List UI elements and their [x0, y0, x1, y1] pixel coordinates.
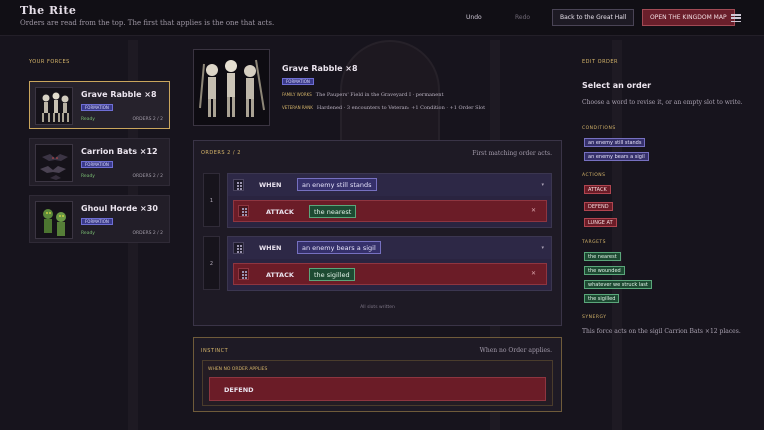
order-number: 1 [203, 173, 220, 227]
actions-label: ACTIONS [582, 173, 606, 178]
unit-portrait-icon [193, 49, 270, 126]
order-1[interactable]: WHEN an enemy still stands ▾ ATTACK the … [227, 173, 552, 228]
kingdom-map-button[interactable]: OPEN THE KINGDOM MAP [642, 9, 735, 26]
close-icon[interactable]: ✕ [531, 270, 536, 277]
force-orders-count: ORDERS 2 / 2 [132, 117, 164, 122]
redo-button[interactable]: Redo [515, 14, 530, 21]
veteran-rank-row: VETERAN RANK Hardened · 3 encounters to V… [282, 105, 485, 111]
instinct-panel: INSTINCT When no Order applies. WHEN NO … [193, 337, 562, 412]
orders-count-label: ORDERS 2 / 2 [201, 150, 241, 156]
action-keyword[interactable]: ATTACK [266, 208, 294, 216]
chevron-down-icon[interactable]: ▾ [541, 182, 544, 188]
force-name: Carrion Bats ×12 [81, 147, 158, 156]
palette-condition[interactable]: an enemy still stands [584, 138, 646, 147]
force-orders-count: ORDERS 2 / 2 [132, 174, 164, 179]
order-condition-row[interactable]: WHEN an enemy still stands ▾ [228, 174, 551, 196]
conditions-label: CONDITIONS [582, 126, 616, 131]
target-chip[interactable]: the nearest [309, 205, 357, 218]
edit-order-label: EDIT ORDER [582, 59, 619, 65]
condition-chip[interactable]: an enemy bears a sigil [297, 241, 381, 254]
grip-icon[interactable] [238, 268, 249, 280]
order-2[interactable]: WHEN an enemy bears a sigil ▾ ATTACK the… [227, 236, 552, 291]
back-to-hall-button[interactable]: Back to the Great Hall [552, 9, 635, 26]
formation-badge: FORMATION [81, 104, 113, 111]
order-condition-row[interactable]: WHEN an enemy bears a sigil ▾ [228, 237, 551, 259]
editor-title: Select an order [582, 81, 652, 90]
unit-name: Grave Rabble ×8 [282, 64, 358, 73]
top-bar: The Rite Orders are read from the top. T… [0, 0, 764, 36]
instinct-label: INSTINCT [201, 348, 229, 354]
synergy-text: This force acts on the sigil Carrion Bat… [582, 328, 741, 335]
menu-icon[interactable] [731, 14, 741, 23]
close-icon[interactable]: ✕ [531, 207, 536, 214]
bat-portrait-icon [35, 144, 73, 182]
action-keyword[interactable]: ATTACK [266, 271, 294, 279]
force-card-grave-rabble[interactable]: Grave Rabble ×8 FORMATION Ready ORDERS 2… [29, 81, 170, 129]
grip-icon[interactable] [238, 205, 249, 217]
editor-description: Choose a word to revise it, or an empty … [582, 99, 743, 106]
family-works-value: The Paupers' Field in the Graveyard I · … [315, 92, 444, 98]
formation-badge: FORMATION [282, 78, 314, 85]
instinct-note: When no Order applies. [479, 347, 552, 354]
grip-icon[interactable] [233, 242, 244, 254]
force-card-ghoul-horde[interactable]: Ghoul Horde ×30 FORMATION Ready ORDERS 2… [29, 195, 170, 243]
when-keyword: WHEN [259, 181, 282, 189]
instinct-action[interactable]: DEFEND [224, 386, 254, 394]
order-action-row[interactable]: ATTACK the sigilled ✕ [233, 263, 547, 285]
palette-action[interactable]: DEFEND [584, 202, 613, 211]
synergy-label: SYNERGY [582, 315, 607, 320]
palette-target[interactable]: the nearest [584, 252, 621, 261]
force-name: Grave Rabble ×8 [81, 90, 157, 99]
orders-panel: ORDERS 2 / 2 First matching order acts. … [193, 140, 562, 326]
ghoul-portrait-icon [35, 201, 73, 239]
formation-badge: FORMATION [81, 161, 113, 168]
instinct-order[interactable]: WHEN NO ORDER APPLIES DEFEND [202, 360, 553, 406]
order-action-row[interactable]: ATTACK the nearest ✕ [233, 200, 547, 222]
formation-badge: FORMATION [81, 218, 113, 225]
targets-label: TARGETS [582, 240, 607, 245]
when-keyword: WHEN [259, 244, 282, 252]
game-title: The Rite [20, 4, 77, 17]
force-card-carrion-bats[interactable]: Carrion Bats ×12 FORMATION Ready ORDERS … [29, 138, 170, 186]
palette-target[interactable]: the sigilled [584, 294, 620, 303]
skeleton-portrait-icon [35, 87, 73, 125]
family-works-label: FAMILY WORKS [282, 92, 312, 97]
condition-chip[interactable]: an enemy still stands [297, 178, 377, 191]
palette-condition[interactable]: an enemy bears a sigil [584, 152, 649, 161]
force-status: Ready [81, 231, 95, 236]
forces-label: YOUR FORCES [29, 59, 70, 65]
force-orders-count: ORDERS 2 / 2 [132, 231, 164, 236]
palette-action[interactable]: LUNGE AT [584, 218, 617, 227]
veteran-rank-value: Hardened · 3 encounters to Veteran: +1 C… [316, 105, 486, 111]
chevron-down-icon[interactable]: ▾ [541, 245, 544, 251]
family-works-row: FAMILY WORKS The Paupers' Field in the Gr… [282, 92, 443, 98]
instinct-condition: WHEN NO ORDER APPLIES [208, 367, 268, 372]
target-chip[interactable]: the sigilled [309, 268, 355, 281]
game-subtitle: Orders are read from the top. The first … [20, 19, 275, 27]
palette-action[interactable]: ATTACK [584, 185, 611, 194]
force-status: Ready [81, 117, 95, 122]
grip-icon[interactable] [233, 179, 244, 191]
force-status: Ready [81, 174, 95, 179]
slots-note: All slots written [360, 305, 395, 310]
undo-button[interactable]: Undo [466, 14, 482, 21]
instinct-action-row[interactable]: DEFEND [209, 377, 546, 401]
force-name: Ghoul Horde ×30 [81, 204, 158, 213]
palette-target[interactable]: whatever we struck last [584, 280, 652, 289]
palette-target[interactable]: the wounded [584, 266, 625, 275]
order-number: 2 [203, 236, 220, 290]
orders-note: First matching order acts. [472, 150, 552, 157]
veteran-rank-label: VETERAN RANK [282, 105, 313, 110]
